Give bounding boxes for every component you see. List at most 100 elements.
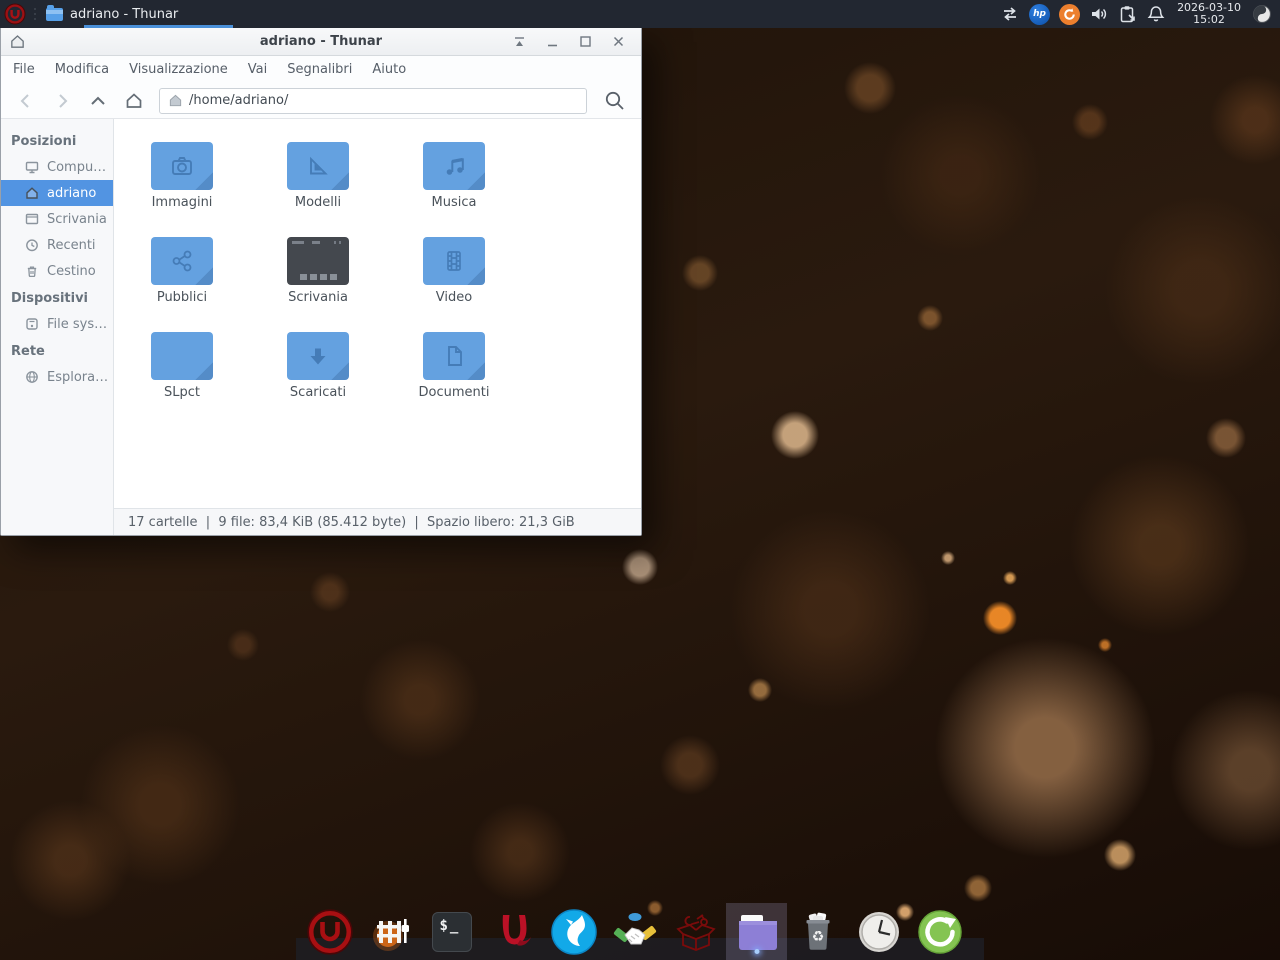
sidebar-item-label: Compu… [47, 160, 106, 175]
system-tray: hp 2026-03-10 15:02 [1000, 2, 1280, 26]
path-field[interactable]: /home/adriano/ [159, 88, 587, 114]
network-globe-icon [24, 369, 40, 385]
desktop-icon [24, 211, 40, 227]
harddrive-icon [24, 316, 40, 332]
sidebar-header-rete: Rete [1, 337, 113, 364]
dock-terminal-icon[interactable]: $_ [421, 903, 482, 960]
search-button[interactable] [597, 86, 633, 116]
clipboard-icon[interactable] [1118, 4, 1137, 24]
sidebar-item-filesystem[interactable]: File sys… [1, 311, 113, 337]
minimize-button[interactable] [543, 33, 561, 51]
dock-logout-icon[interactable] [909, 903, 970, 960]
notifications-bell-icon[interactable] [1146, 4, 1166, 24]
transfer-arrows-icon[interactable] [1000, 4, 1020, 24]
sidebar-item-label: Recenti [47, 238, 96, 253]
window-titlebar[interactable]: adriano - Thunar [1, 28, 641, 56]
folder-label: SLpct [164, 385, 200, 400]
hp-logo-text: hp [1033, 9, 1046, 19]
sidebar-item-adriano[interactable]: adriano [1, 180, 113, 206]
folder-video[interactable]: Video [386, 228, 522, 307]
menu-vai[interactable]: Vai [238, 58, 277, 81]
toolbar: /home/adriano/ [1, 83, 641, 119]
top-panel: adriano - Thunar hp [0, 0, 1280, 28]
back-button[interactable] [9, 87, 43, 115]
taskbar-item-label: adriano - Thunar [70, 7, 178, 22]
maximize-button[interactable] [576, 33, 594, 51]
menu-modifica[interactable]: Modifica [45, 58, 119, 81]
folder-icon-plain [151, 332, 213, 380]
sidebar-item-computer[interactable]: Compu… [1, 154, 113, 180]
volume-icon[interactable] [1089, 4, 1109, 24]
folder-label: Scaricati [290, 385, 346, 400]
ufficiozero-menu-button[interactable] [4, 3, 26, 25]
sidebar: Posizioni Compu… adriano Scri [1, 119, 114, 535]
svg-text:♻: ♻ [811, 929, 824, 945]
hp-printer-icon[interactable]: hp [1029, 4, 1050, 25]
sidebar-item-label: adriano [47, 186, 96, 201]
dock: $_ [299, 903, 970, 960]
path-text: /home/adriano/ [189, 93, 288, 108]
sidebar-item-label: Esplora… [47, 370, 108, 385]
folder-musica[interactable]: Musica [386, 133, 522, 212]
computer-icon [24, 159, 40, 175]
folder-icon-film [423, 237, 485, 285]
dock-ufficiozero-icon[interactable] [299, 903, 360, 960]
dock-thunar-icon[interactable] [726, 903, 787, 960]
sidebar-item-cestino[interactable]: Cestino [1, 258, 113, 284]
sidebar-item-label: Scrivania [47, 212, 107, 227]
window-home-icon [9, 33, 26, 50]
dock-uz-red-app-icon[interactable] [482, 903, 543, 960]
desktop-window-icon [287, 237, 349, 285]
sidebar-item-esplora-rete[interactable]: Esplora… [1, 364, 113, 390]
trash-icon [24, 263, 40, 279]
folder-label: Documenti [419, 385, 490, 400]
folder-modelli[interactable]: Modelli [250, 133, 386, 212]
menu-bar: File Modifica Visualizzazione Vai Segnal… [1, 56, 641, 83]
folder-documenti[interactable]: Documenti [386, 323, 522, 402]
folder-label: Pubblici [157, 290, 207, 305]
folder-label: Modelli [295, 195, 341, 210]
close-button[interactable] [609, 33, 627, 51]
menu-visualizzazione[interactable]: Visualizzazione [119, 58, 238, 81]
forward-button[interactable] [45, 87, 79, 115]
sidebar-header-posizioni: Posizioni [1, 127, 113, 154]
folder-label: Musica [432, 195, 477, 210]
menu-file[interactable]: File [3, 58, 45, 81]
active-task-indicator [84, 25, 233, 28]
updates-icon[interactable] [1059, 4, 1080, 25]
folder-pubblici[interactable]: Pubblici [114, 228, 250, 307]
folder-label: Scrivania [288, 290, 348, 305]
terminal-glyph: $_ [432, 912, 472, 952]
dock-clock-icon[interactable] [848, 903, 909, 960]
dock-toolbox-icon[interactable] [665, 903, 726, 960]
file-list: Immagini Modelli [114, 119, 641, 508]
dock-panel-settings-icon[interactable] [360, 903, 421, 960]
folder-slpct[interactable]: SLpct [114, 323, 250, 402]
sidebar-item-recenti[interactable]: Recenti [1, 232, 113, 258]
shade-button[interactable] [510, 33, 528, 51]
path-home-icon [168, 93, 183, 108]
dock-librewolf-icon[interactable] [543, 903, 604, 960]
sidebar-item-scrivania[interactable]: Scrivania [1, 206, 113, 232]
home-icon [24, 185, 40, 201]
sidebar-item-label: File sys… [47, 317, 107, 332]
folder-icon-document [423, 332, 485, 380]
thunar-task-icon [46, 8, 63, 21]
home-button[interactable] [117, 87, 151, 115]
folder-icon-camera [151, 142, 213, 190]
yin-yang-icon[interactable] [1252, 4, 1272, 24]
folder-icon-download [287, 332, 349, 380]
folder-scrivania[interactable]: Scrivania [250, 228, 386, 307]
folder-label: Immagini [152, 195, 213, 210]
folder-immagini[interactable]: Immagini [114, 133, 250, 212]
taskbar-item-thunar[interactable]: adriano - Thunar [38, 0, 188, 28]
recent-clock-icon [24, 237, 40, 253]
menu-segnalibri[interactable]: Segnalibri [277, 58, 362, 81]
folder-scaricati[interactable]: Scaricati [250, 323, 386, 402]
up-button[interactable] [81, 87, 115, 115]
dock-trash-icon[interactable]: ♻ [787, 903, 848, 960]
menu-aiuto[interactable]: Aiuto [362, 58, 416, 81]
panel-clock[interactable]: 2026-03-10 15:02 [1175, 2, 1243, 26]
dock-support-handshake-icon[interactable] [604, 903, 665, 960]
sidebar-header-dispositivi: Dispositivi [1, 284, 113, 311]
